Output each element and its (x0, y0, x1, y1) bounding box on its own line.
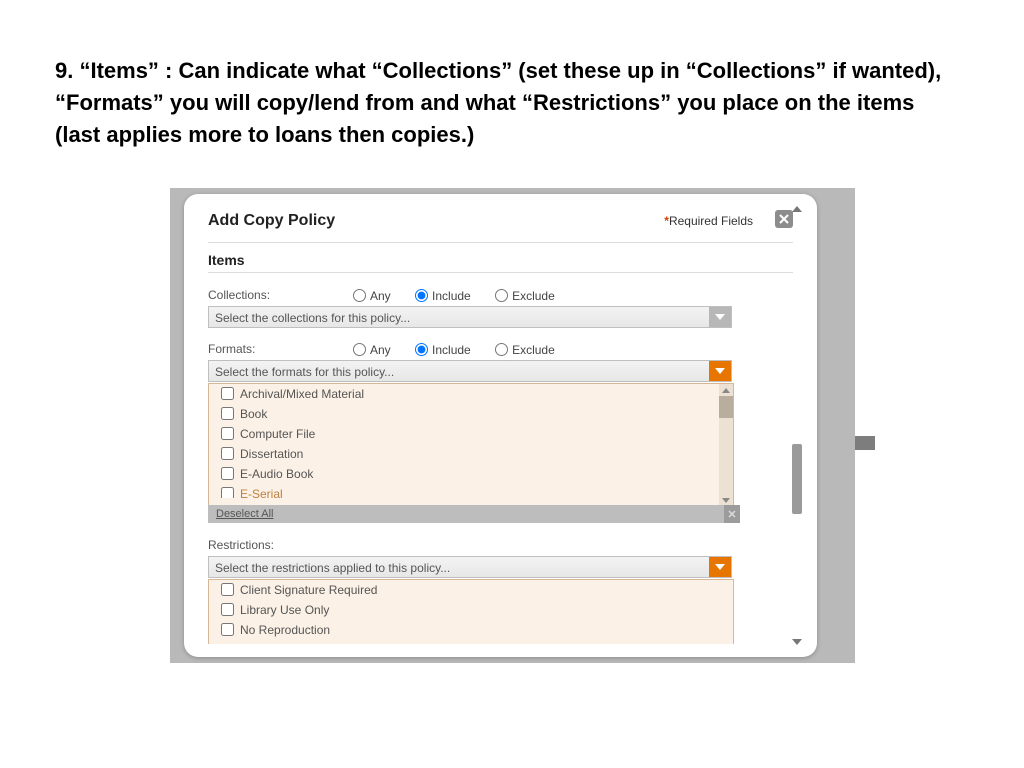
dialog-title: Add Copy Policy (208, 212, 335, 230)
formats-listbox: Archival/Mixed MaterialBookComputer File… (208, 383, 734, 507)
collections-radio-any[interactable]: Any (348, 289, 391, 303)
formats-radio-exclude[interactable]: Exclude (490, 343, 555, 357)
collections-radio-group: Any Include Exclude (348, 286, 571, 303)
format-option[interactable]: Archival/Mixed Material (209, 384, 733, 404)
required-fields-label: *Required Fields (664, 214, 753, 228)
restrictions-listbox: Client Signature RequiredLibrary Use Onl… (208, 579, 734, 644)
section-title-items: Items (208, 252, 245, 268)
scroll-up-icon[interactable] (792, 206, 802, 212)
instruction-caption: 9. “Items” : Can indicate what “Collecti… (55, 55, 965, 151)
formats-select[interactable]: Select the formats for this policy... (208, 360, 732, 382)
collections-radio-exclude[interactable]: Exclude (490, 289, 555, 303)
restriction-option[interactable]: Client Signature Required (209, 580, 733, 600)
format-option[interactable]: Computer File (209, 424, 733, 444)
formats-radio-group: Any Include Exclude (348, 340, 571, 357)
format-option[interactable]: Book (209, 404, 733, 424)
add-copy-policy-dialog: Add Copy Policy *Required Fields Items C… (184, 194, 817, 657)
format-option[interactable]: Dissertation (209, 444, 733, 464)
format-option[interactable]: E-Serial (209, 484, 733, 498)
scroll-thumb[interactable] (719, 396, 733, 418)
scroll-up-icon[interactable] (719, 384, 733, 396)
collections-radio-include[interactable]: Include (410, 289, 471, 303)
scroll-down-icon[interactable] (792, 639, 802, 645)
close-icon[interactable] (724, 505, 740, 523)
collections-label: Collections: (208, 288, 270, 302)
formats-radio-include[interactable]: Include (410, 343, 471, 357)
restrictions-label: Restrictions: (208, 538, 274, 552)
chevron-down-icon (709, 361, 731, 381)
scroll-thumb[interactable] (792, 444, 802, 514)
chevron-down-icon (709, 307, 731, 327)
formats-radio-any[interactable]: Any (348, 343, 391, 357)
restriction-option[interactable]: No Reproduction (209, 620, 733, 640)
restrictions-select[interactable]: Select the restrictions applied to this … (208, 556, 732, 578)
collections-select[interactable]: Select the collections for this policy..… (208, 306, 732, 328)
deselect-all-bar[interactable]: Deselect All (208, 505, 740, 523)
restriction-option[interactable]: Library Use Only (209, 600, 733, 620)
screenshot-stage: Add Copy Policy *Required Fields Items C… (170, 188, 855, 663)
format-option[interactable]: E-Audio Book (209, 464, 733, 484)
dialog-scrollbar[interactable] (791, 206, 803, 645)
chevron-down-icon (709, 557, 731, 577)
formats-label: Formats: (208, 342, 255, 356)
